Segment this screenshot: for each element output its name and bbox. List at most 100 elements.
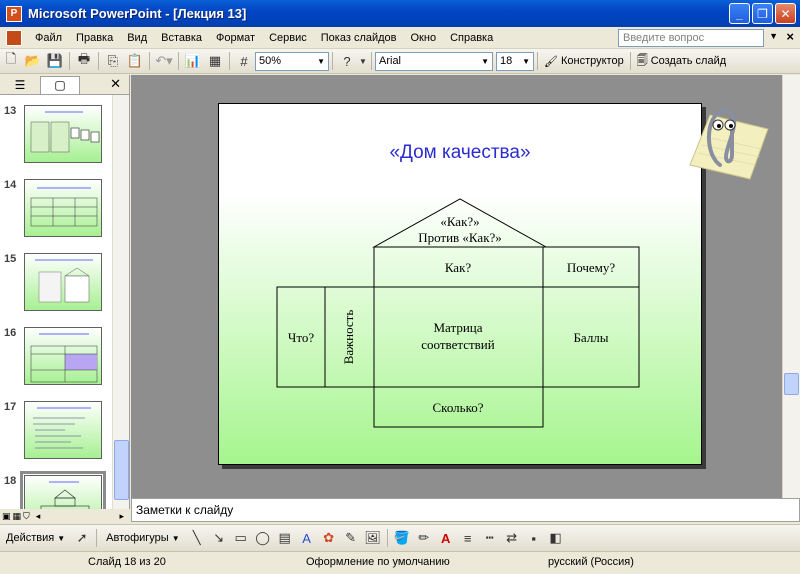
copy-icon[interactable]: ⎘ (102, 50, 124, 72)
menu-edit[interactable]: Правка (69, 28, 120, 48)
grid-icon[interactable]: # (233, 50, 255, 72)
font-size-value: 18 (500, 55, 513, 67)
tab-slides[interactable]: ▢ (40, 75, 80, 94)
chevron-down-icon: ▼ (171, 533, 180, 543)
font-select[interactable]: Arial ▼ (375, 51, 493, 71)
tab-outline[interactable]: ☰ (0, 76, 40, 94)
matrix-text-line2: соответствий (421, 337, 494, 352)
slide-thumbnail[interactable] (24, 179, 102, 237)
dash-style-icon[interactable]: ┅ (479, 527, 501, 549)
menu-slideshow[interactable]: Показ слайдов (314, 28, 404, 48)
slides-panel: ☰ ▢ ✕ 13 14 15 16 17 18 (0, 75, 130, 509)
picture-icon[interactable]: 🖼 (362, 527, 384, 549)
open-folder-icon[interactable]: 📂 (22, 50, 44, 72)
table-icon[interactable]: ▦ (204, 50, 226, 72)
chevron-down-icon: ▼ (57, 533, 66, 543)
scroll-right-icon[interactable]: ▸ (119, 511, 124, 522)
clipart-icon[interactable]: ✎ (340, 527, 362, 549)
new-slide-button[interactable]: 🗐 Создать слайд (634, 52, 729, 71)
wordart-icon[interactable]: A (296, 527, 318, 549)
arrow-tool-icon[interactable]: ↘ (208, 527, 230, 549)
slide-thumbnail[interactable] (24, 253, 102, 311)
font-size-select[interactable]: 18 ▼ (496, 51, 534, 71)
paste-icon[interactable]: 📋 (124, 50, 146, 72)
new-slide-label: Создать слайд (650, 55, 727, 67)
importance-text: Важность (341, 310, 356, 365)
menu-file[interactable]: Файл (28, 28, 69, 48)
sorter-view-icon[interactable]: ▦ (13, 511, 22, 522)
slide-thumbnail[interactable] (24, 105, 102, 163)
close-icon[interactable]: ✕ (110, 76, 121, 92)
roof-text-line2: Против «Как?» (418, 230, 502, 245)
undo-icon[interactable]: ↶▾ (153, 50, 175, 72)
document-icon[interactable] (6, 29, 22, 46)
thumbnail-number: 15 (4, 253, 17, 265)
thumbnail-preview (40, 481, 90, 509)
slide-thumbnail[interactable] (24, 327, 102, 385)
slideshow-view-icon[interactable]: ⛉ (23, 511, 30, 522)
score-text: Баллы (573, 330, 608, 345)
thumbnail-scrollbar[interactable] (112, 95, 129, 509)
font-color-icon[interactable]: A (435, 527, 457, 549)
shadow-icon[interactable]: ▪ (523, 527, 545, 549)
thumbnail-number: 13 (4, 105, 17, 117)
close-button[interactable]: ✕ (775, 3, 796, 24)
menu-bar: Файл Правка Вид Вставка Формат Сервис По… (0, 27, 800, 49)
office-assistant-icon[interactable] (680, 95, 770, 180)
new-document-icon[interactable]: 🗋 (0, 50, 22, 72)
menu-format[interactable]: Формат (209, 28, 262, 48)
arrow-style-icon[interactable]: ⇄ (501, 527, 523, 549)
line-tool-icon[interactable]: ╲ (186, 527, 208, 549)
help-search-input[interactable]: Введите вопрос (618, 29, 764, 47)
ellipse-tool-icon[interactable]: ◯ (252, 527, 274, 549)
textbox-tool-icon[interactable]: ▤ (274, 527, 296, 549)
slide-scrollbar[interactable] (782, 75, 800, 498)
document-close-icon[interactable]: × (786, 29, 794, 44)
maximize-button[interactable]: ❐ (752, 3, 773, 24)
powerpoint-app-icon[interactable]: P (6, 5, 22, 22)
chart-icon[interactable]: 📊 (182, 50, 204, 72)
menu-view[interactable]: Вид (120, 28, 154, 48)
diagram-icon[interactable]: ✿ (318, 527, 340, 549)
how-much-text: Сколько? (433, 400, 484, 415)
autoshapes-label: Автофигуры (106, 532, 169, 544)
thumbnail-number: 18 (4, 475, 17, 487)
line-color-icon[interactable]: ✏ (413, 527, 435, 549)
scrollbar-thumb[interactable] (114, 440, 129, 500)
select-pointer-icon[interactable]: ➚ (71, 527, 93, 549)
line-style-icon[interactable]: ≡ (457, 527, 479, 549)
why-text: Почему? (567, 260, 616, 275)
font-value: Arial (379, 55, 402, 67)
chevron-down-icon[interactable]: ▼ (358, 50, 368, 72)
scrollbar-thumb[interactable] (784, 373, 799, 395)
thumbnail-preview (33, 407, 91, 449)
zoom-select[interactable]: 50% ▼ (255, 51, 329, 71)
scroll-left-icon[interactable]: ◂ (36, 511, 41, 522)
actions-menu[interactable]: Действия ▼ (0, 532, 71, 544)
designer-button[interactable]: 🖌 Конструктор (541, 55, 627, 68)
3d-style-icon[interactable]: ◧ (545, 527, 567, 549)
rectangle-tool-icon[interactable]: ▭ (230, 527, 252, 549)
slide-thumbnail[interactable] (24, 401, 102, 459)
save-icon[interactable]: 💾 (44, 50, 66, 72)
print-icon[interactable]: 🖶 (73, 50, 95, 72)
menu-help[interactable]: Справка (443, 28, 500, 48)
outline-icon: ☰ (14, 77, 26, 92)
notes-pane[interactable]: Заметки к слайду (131, 498, 800, 522)
chevron-down-icon[interactable]: ▼ (769, 31, 778, 41)
menu-window[interactable]: Окно (404, 28, 444, 48)
actions-label: Действия (6, 532, 55, 544)
normal-view-icon[interactable]: ▣ (2, 511, 11, 522)
minimize-button[interactable]: _ (729, 3, 750, 24)
menu-insert[interactable]: Вставка (154, 28, 209, 48)
menu-tools[interactable]: Сервис (262, 28, 314, 48)
house-of-quality-diagram[interactable]: «Как?» Против «Как?» Как? Почему? Что? В… (219, 104, 703, 466)
current-slide[interactable]: «Дом качества» «Как?» Против «Как?» Как?… (218, 103, 702, 465)
help-icon[interactable]: ? (336, 50, 358, 72)
chevron-down-icon: ▼ (522, 56, 530, 66)
slide-thumbnail-selected[interactable] (20, 471, 106, 509)
new-slide-icon: 🗐 (636, 54, 648, 67)
thumbnail-preview (30, 111, 100, 153)
fill-color-icon[interactable]: 🪣 (391, 527, 413, 549)
autoshapes-menu[interactable]: Автофигуры ▼ (100, 532, 186, 544)
